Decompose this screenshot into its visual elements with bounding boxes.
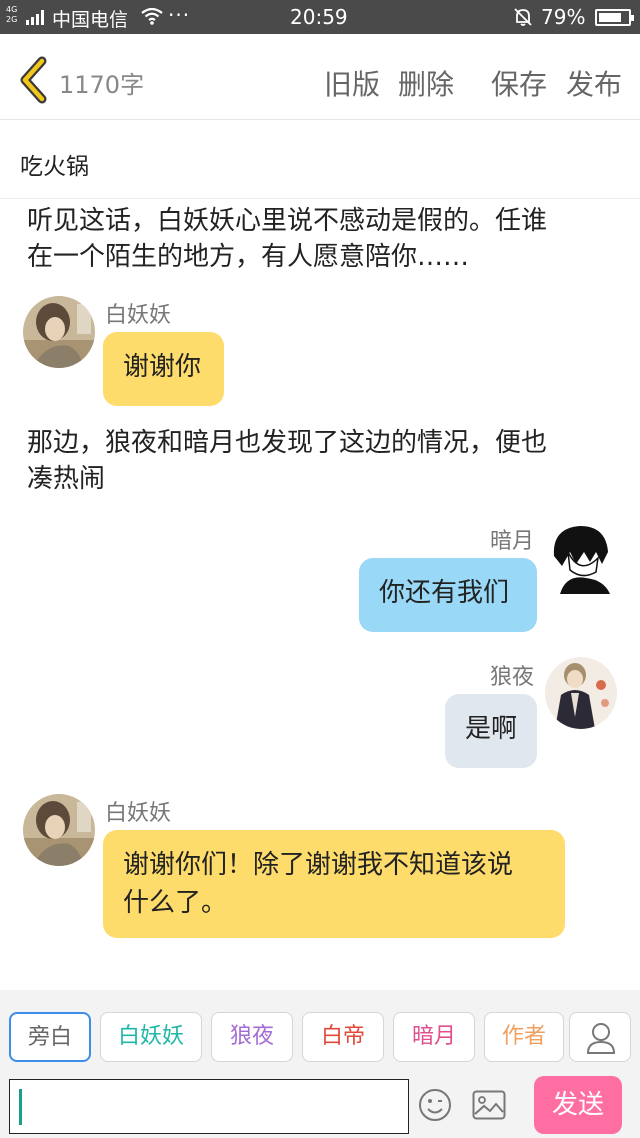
bubble-text: 谢谢你们！除了谢谢我不知道该说 (123, 850, 514, 880)
speaker-name: 白妖妖 (105, 801, 172, 826)
character-anyue-button[interactable]: 暗月 (393, 1012, 475, 1062)
character-author-button[interactable]: 作者 (484, 1012, 564, 1062)
chat-bubble[interactable]: 谢谢你 (103, 332, 224, 406)
chat-bubble[interactable]: 你还有我们 (359, 558, 537, 632)
battery-icon (595, 9, 634, 26)
save-button[interactable]: 保存 (491, 63, 547, 103)
back-chevron-icon[interactable] (16, 56, 50, 104)
network-type: 4G 2G (6, 5, 18, 24)
delete-button[interactable]: 删除 (398, 63, 454, 103)
bubble-text: 是啊 (465, 714, 518, 744)
character-baiyaoyao-button[interactable]: 白妖妖 (100, 1012, 202, 1062)
character-baidi-button[interactable]: 白帝 (302, 1012, 384, 1062)
avatar-langye[interactable] (545, 657, 617, 729)
battery-level (599, 13, 622, 22)
input-bar: 发送 (0, 1070, 640, 1138)
old-version-button[interactable]: 旧版 (324, 63, 380, 103)
emoji-icon[interactable] (418, 1088, 452, 1122)
story-title-row[interactable]: 吃火锅 (0, 121, 640, 199)
character-langye-button[interactable]: 狼夜 (211, 1012, 293, 1062)
bell-muted-icon (514, 8, 532, 26)
chat-bubble[interactable]: 谢谢你们！除了谢谢我不知道该说 什么了。 (103, 830, 565, 938)
image-icon[interactable] (472, 1090, 506, 1120)
publish-button[interactable]: 发布 (566, 63, 622, 103)
message-input[interactable] (9, 1079, 409, 1134)
bubble-text: 什么了。 (123, 888, 228, 918)
avatar-baiyaoyao[interactable] (23, 794, 95, 866)
chat-bubble[interactable]: 是啊 (445, 694, 537, 768)
speaker-name: 狼夜 (490, 665, 535, 690)
clock: 20:59 (290, 5, 348, 29)
send-button[interactable]: 发送 (534, 1076, 622, 1134)
story-title: 吃火锅 (20, 154, 89, 180)
user-icon (586, 1023, 616, 1054)
battery-percent: 79% (541, 5, 586, 29)
avatar-anyue[interactable] (546, 522, 618, 594)
signal-icon (26, 10, 44, 25)
character-narrator-button[interactable]: 旁白 (9, 1012, 91, 1062)
avatar-baiyaoyao[interactable] (23, 296, 95, 368)
speaker-name: 暗月 (490, 529, 535, 554)
add-character-button[interactable] (569, 1012, 631, 1062)
more-status-icon: ··· (168, 3, 191, 27)
text-caret (19, 1089, 22, 1125)
character-bar: 旁白 白妖妖 狼夜 白帝 暗月 作者 (0, 990, 640, 1070)
bubble-text: 你还有我们 (379, 578, 510, 608)
narration-text: 那边，狼夜和暗月也发现了这边的情况，便也 凑热闹 (27, 428, 548, 494)
speaker-name: 白妖妖 (105, 303, 172, 328)
bubble-text: 谢谢你 (123, 352, 202, 382)
word-count: 1170字 (59, 71, 145, 99)
status-bar: 4G 2G 中国电信 ··· 20:59 79% (0, 0, 640, 34)
app-header: 1170字 旧版 删除 保存 发布 (0, 34, 640, 120)
narration-text: 听见这话，白妖妖心里说不感动是假的。任谁 在一个陌生的地方，有人愿意陪你…… (27, 206, 548, 272)
wifi-icon (141, 7, 163, 25)
carrier-name: 中国电信 (52, 9, 129, 31)
